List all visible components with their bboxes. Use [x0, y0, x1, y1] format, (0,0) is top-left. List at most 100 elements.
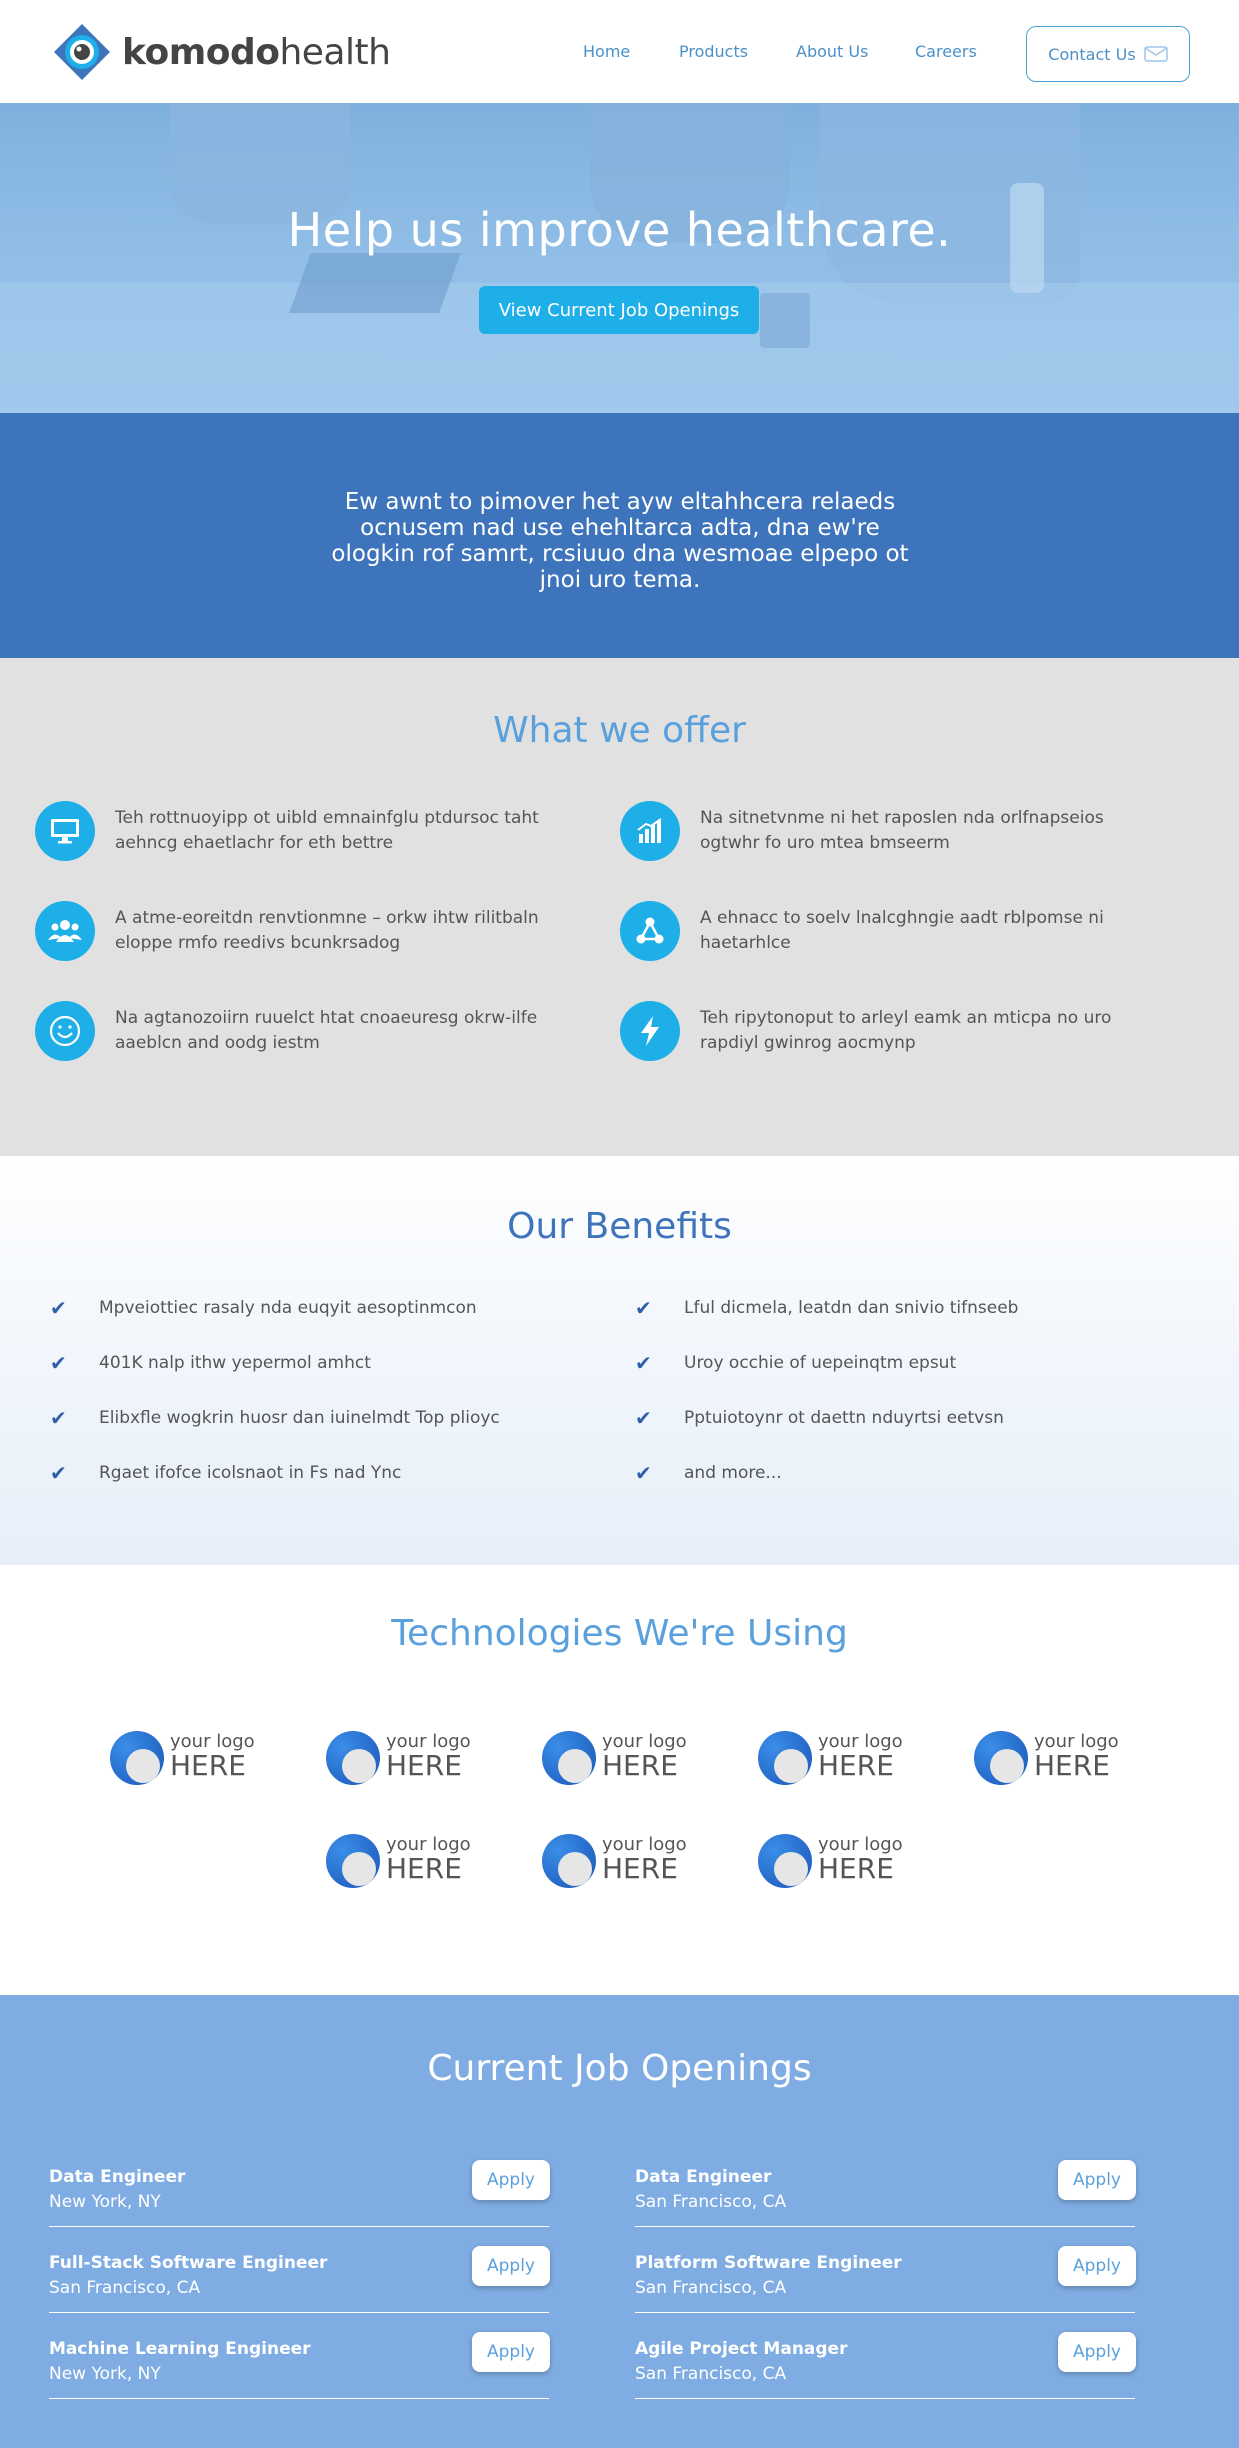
- offer-item: A ehnacc to soelv lnalcghngie aadt rblpo…: [620, 901, 1160, 961]
- job-title[interactable]: Platform Software Engineer: [635, 2253, 902, 2273]
- benefit-item: ✔ Elibxfle wogkrin huosr dan iuinelmdt To…: [50, 1406, 500, 1430]
- logo-text-bottom: HERE: [170, 1749, 246, 1782]
- benefit-text: Uroy occhie of uepeinqtm epsut: [684, 1353, 957, 1373]
- bar-chart-icon: [620, 801, 680, 861]
- benefit-text: Rgaet ifofce icolsnaot in Fs nad Ync: [99, 1463, 402, 1483]
- tech-logo: your logo HERE: [974, 1727, 1124, 1787]
- mission-section: Ew awnt to pimover het ayw eltahhcera re…: [0, 413, 1239, 658]
- logo-wordmark: komodohealth: [122, 31, 391, 73]
- offer-item: Teh ripytonoput to arleyl eamk an mticpa…: [620, 1001, 1160, 1061]
- people-icon: [35, 901, 95, 961]
- tech-logo: your logo HERE: [758, 1727, 908, 1787]
- checkmark-icon: ✔: [50, 1351, 67, 1375]
- job-listing: Data Engineer San Francisco, CA Apply: [635, 2160, 1136, 2227]
- apply-button[interactable]: Apply: [472, 2332, 550, 2372]
- offer-text: Teh ripytonoput to arleyl eamk an mticpa…: [700, 1008, 1112, 1053]
- logo-text-bottom: HERE: [818, 1852, 894, 1885]
- logo-text-bottom: HERE: [1034, 1749, 1110, 1782]
- hero-photo-cup: [760, 293, 810, 348]
- benefit-item: ✔ Mpveiottiec rasaly nda euqyit aesoptinm…: [50, 1296, 477, 1320]
- job-title[interactable]: Data Engineer: [49, 2167, 185, 2187]
- komodo-health-logo[interactable]: komodohealth: [52, 22, 391, 82]
- offer-text: Na agtanozoiirn ruuelct htat cnoaeuresg …: [115, 1008, 538, 1053]
- nav-about-us[interactable]: About Us: [796, 42, 868, 61]
- checkmark-icon: ✔: [635, 1406, 652, 1430]
- tech-logo: your logo HERE: [110, 1727, 260, 1787]
- job-location: San Francisco, CA: [635, 2192, 787, 2212]
- offer-text: Teh rottnuoyipp ot uibld emnainfglu ptdu…: [115, 808, 539, 853]
- benefits-title: Our Benefits: [507, 1206, 732, 1247]
- benefit-text: Pptuiotoynr ot daettn nduyrtsi eetvsn: [684, 1408, 1004, 1428]
- mission-text: Ew awnt to pimover het ayw eltahhcera re…: [331, 489, 909, 593]
- lightning-icon: [620, 1001, 680, 1061]
- job-listing: Platform Software Engineer San Francisco…: [635, 2246, 1136, 2313]
- nav-products[interactable]: Products: [679, 42, 748, 61]
- site-header: komodohealth Home Products About Us Care…: [0, 0, 1239, 103]
- job-listing: Agile Project Manager San Francisco, CA …: [635, 2332, 1136, 2399]
- logo-inner-circle: [558, 1749, 592, 1783]
- checkmark-icon: ✔: [635, 1461, 652, 1485]
- technologies-section: Technologies We're Using your logo HERE y…: [0, 1565, 1239, 1995]
- offer-text: A ehnacc to soelv lnalcghngie aadt rblpo…: [700, 908, 1104, 953]
- view-job-openings-button[interactable]: View Current Job Openings: [479, 286, 759, 334]
- logo-inner-circle: [990, 1749, 1024, 1783]
- checkmark-icon: ✔: [50, 1461, 67, 1485]
- apply-button[interactable]: Apply: [472, 2246, 550, 2286]
- tech-logo: your logo HERE: [758, 1830, 908, 1890]
- job-location: New York, NY: [49, 2364, 161, 2384]
- job-listing: Full-Stack Software Engineer San Francis…: [49, 2246, 550, 2313]
- benefit-item: ✔ Pptuiotoynr ot daettn nduyrtsi eetvsn: [635, 1406, 1004, 1430]
- logo-text-bottom: HERE: [602, 1852, 678, 1885]
- hero-banner: Help us improve healthcare. View Current…: [0, 103, 1239, 413]
- offer-text: A atme-eoreitdn renvtionmne – orkw ihtw …: [115, 908, 539, 953]
- job-title[interactable]: Data Engineer: [635, 2167, 771, 2187]
- nav-home[interactable]: Home: [583, 42, 630, 61]
- komodo-logo-icon: [54, 24, 110, 80]
- logo-text-bottom: HERE: [386, 1749, 462, 1782]
- checkmark-icon: ✔: [635, 1351, 652, 1375]
- logo-inner-circle: [774, 1852, 808, 1886]
- nav-careers[interactable]: Careers: [915, 42, 977, 61]
- logo-inner-circle: [342, 1749, 376, 1783]
- benefit-text: Mpveiottiec rasaly nda euqyit aesoptinmc…: [99, 1298, 477, 1318]
- benefit-item: ✔ 401K nalp ithw yepermol amhct: [50, 1351, 371, 1375]
- contact-us-button[interactable]: Contact Us: [1026, 26, 1190, 82]
- offer-item: Na agtanozoiirn ruuelct htat cnoaeuresg …: [35, 1001, 575, 1061]
- tech-logo: your logo HERE: [542, 1830, 692, 1890]
- hero-photo-tablet: [289, 253, 461, 313]
- job-openings-title: Current Job Openings: [427, 2048, 812, 2089]
- logo-inner-circle: [774, 1749, 808, 1783]
- hero-title: Help us improve healthcare.: [287, 203, 952, 257]
- benefit-text: Elibxfle wogkrin huosr dan iuinelmdt Top…: [99, 1408, 500, 1428]
- logo-inner-circle: [342, 1852, 376, 1886]
- tech-logo: your logo HERE: [326, 1727, 476, 1787]
- offer-title: What we offer: [493, 710, 746, 751]
- apply-button[interactable]: Apply: [472, 2160, 550, 2200]
- benefit-text: 401K nalp ithw yepermol amhct: [99, 1353, 371, 1373]
- job-location: San Francisco, CA: [49, 2278, 201, 2298]
- network-icon: [620, 901, 680, 961]
- benefit-item: ✔ and more...: [635, 1461, 782, 1485]
- job-title[interactable]: Machine Learning Engineer: [49, 2339, 311, 2359]
- apply-button[interactable]: Apply: [1058, 2246, 1136, 2286]
- monitor-icon: [35, 801, 95, 861]
- mail-icon: [1143, 46, 1168, 62]
- job-title[interactable]: Full-Stack Software Engineer: [49, 2253, 327, 2273]
- benefit-text: and more...: [684, 1463, 782, 1483]
- offer-section: What we offer Teh rottnuoyipp ot uibld e…: [0, 658, 1239, 1156]
- job-listing: Machine Learning Engineer New York, NY A…: [49, 2332, 550, 2399]
- job-openings-section: Current Job Openings Data Engineer New Y…: [0, 1995, 1239, 2448]
- benefit-text: Lful dicmela, leatdn dan snivio tifnseeb: [684, 1298, 1019, 1318]
- smiley-icon: [35, 1001, 95, 1061]
- technologies-title: Technologies We're Using: [391, 1613, 848, 1654]
- benefit-item: ✔ Uroy occhie of uepeinqtm epsut: [635, 1351, 956, 1375]
- apply-button[interactable]: Apply: [1058, 2160, 1136, 2200]
- checkmark-icon: ✔: [50, 1296, 67, 1320]
- tech-logo: your logo HERE: [326, 1830, 476, 1890]
- job-title[interactable]: Agile Project Manager: [635, 2339, 847, 2359]
- offer-text: Na sitnetvnme ni het raposlen nda orlfna…: [700, 808, 1104, 853]
- logo-text-bottom: HERE: [602, 1749, 678, 1782]
- apply-button[interactable]: Apply: [1058, 2332, 1136, 2372]
- offer-item: A atme-eoreitdn renvtionmne – orkw ihtw …: [35, 901, 575, 961]
- benefits-section: Our Benefits ✔ Mpveiottiec rasaly nda euq…: [0, 1156, 1239, 1565]
